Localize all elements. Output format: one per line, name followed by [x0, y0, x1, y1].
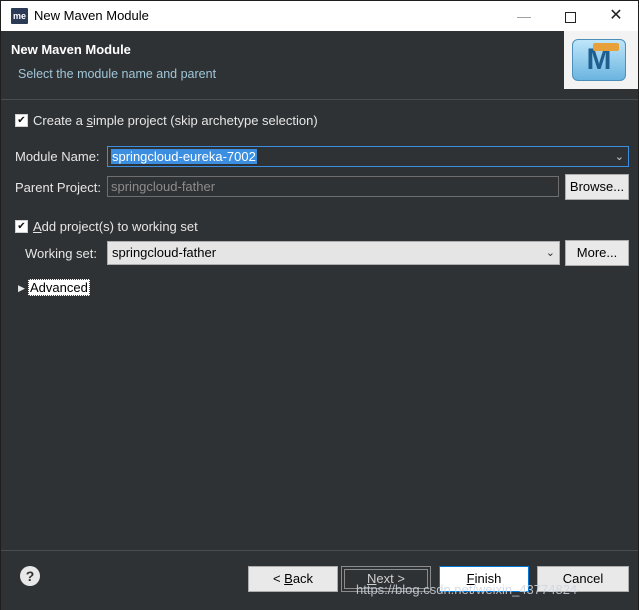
working-set-label: Working set: [25, 246, 98, 261]
simple-project-label-rest: imple project (skip archetype selection) [92, 113, 318, 128]
expand-icon[interactable]: ▶ [18, 283, 25, 294]
check-icon: ✔ [17, 221, 26, 232]
working-set-checkbox[interactable]: ✔ [15, 220, 28, 233]
back-rest: ack [292, 571, 314, 586]
title-bar: me New Maven Module — ✕ [1, 1, 638, 31]
minimize-button[interactable]: — [501, 1, 547, 31]
parent-project-field: springcloud-father [107, 176, 559, 197]
wizard-footer: ? < Back Next > Finish Cancel [1, 550, 638, 610]
working-set-combo[interactable]: springcloud-father ⌄ [107, 241, 560, 265]
module-name-field[interactable]: springcloud-eureka-7002 ⌄ [107, 146, 629, 167]
app-icon: me [11, 8, 28, 24]
more-button[interactable]: More... [565, 240, 629, 266]
maximize-icon [564, 11, 576, 23]
browse-button[interactable]: Browse... [565, 174, 629, 200]
simple-project-checkbox[interactable]: ✔ [15, 114, 28, 127]
back-mnemonic: B [284, 571, 293, 586]
working-set-mnemonic: A [33, 219, 42, 234]
advanced-toggle[interactable]: Advanced [28, 279, 90, 296]
wizard-banner: New Maven Module Select the module name … [1, 31, 638, 100]
working-set-toggle-label-rest: dd project(s) to working set [41, 219, 198, 234]
dialog-window: me New Maven Module — ✕ New Maven Module… [0, 0, 639, 610]
banner-title: New Maven Module [11, 42, 131, 57]
maven-logo: M [564, 31, 638, 89]
maximize-button[interactable] [547, 1, 593, 31]
help-icon[interactable]: ? [20, 566, 40, 586]
check-icon: ✔ [17, 115, 26, 126]
folder-tab [593, 43, 619, 51]
module-name-label: Module Name: [15, 149, 100, 164]
parent-project-label: Parent Project: [15, 180, 101, 195]
back-prefix: < [272, 571, 285, 586]
working-set-value: springcloud-father [112, 245, 217, 260]
wizard-body: ✔ Create a simple project (skip archetyp… [1, 100, 638, 550]
close-button[interactable]: ✕ [593, 1, 639, 31]
back-button[interactable]: < Back [248, 566, 338, 592]
chevron-down-icon: ⌄ [545, 247, 555, 259]
working-set-toggle-label: Add project(s) to working set [33, 219, 198, 234]
banner-description: Select the module name and parent [18, 67, 217, 81]
maven-icon: M [572, 39, 626, 81]
module-name-value: springcloud-eureka-7002 [111, 149, 257, 164]
watermark: https://blog.csdn.net/weixin_43774824 [356, 582, 578, 597]
simple-project-label: Create a simple project (skip archetype … [33, 113, 318, 128]
chevron-down-icon[interactable]: ⌄ [615, 147, 624, 167]
window-title: New Maven Module [34, 8, 149, 23]
simple-project-label-prefix: Create a [33, 113, 87, 128]
